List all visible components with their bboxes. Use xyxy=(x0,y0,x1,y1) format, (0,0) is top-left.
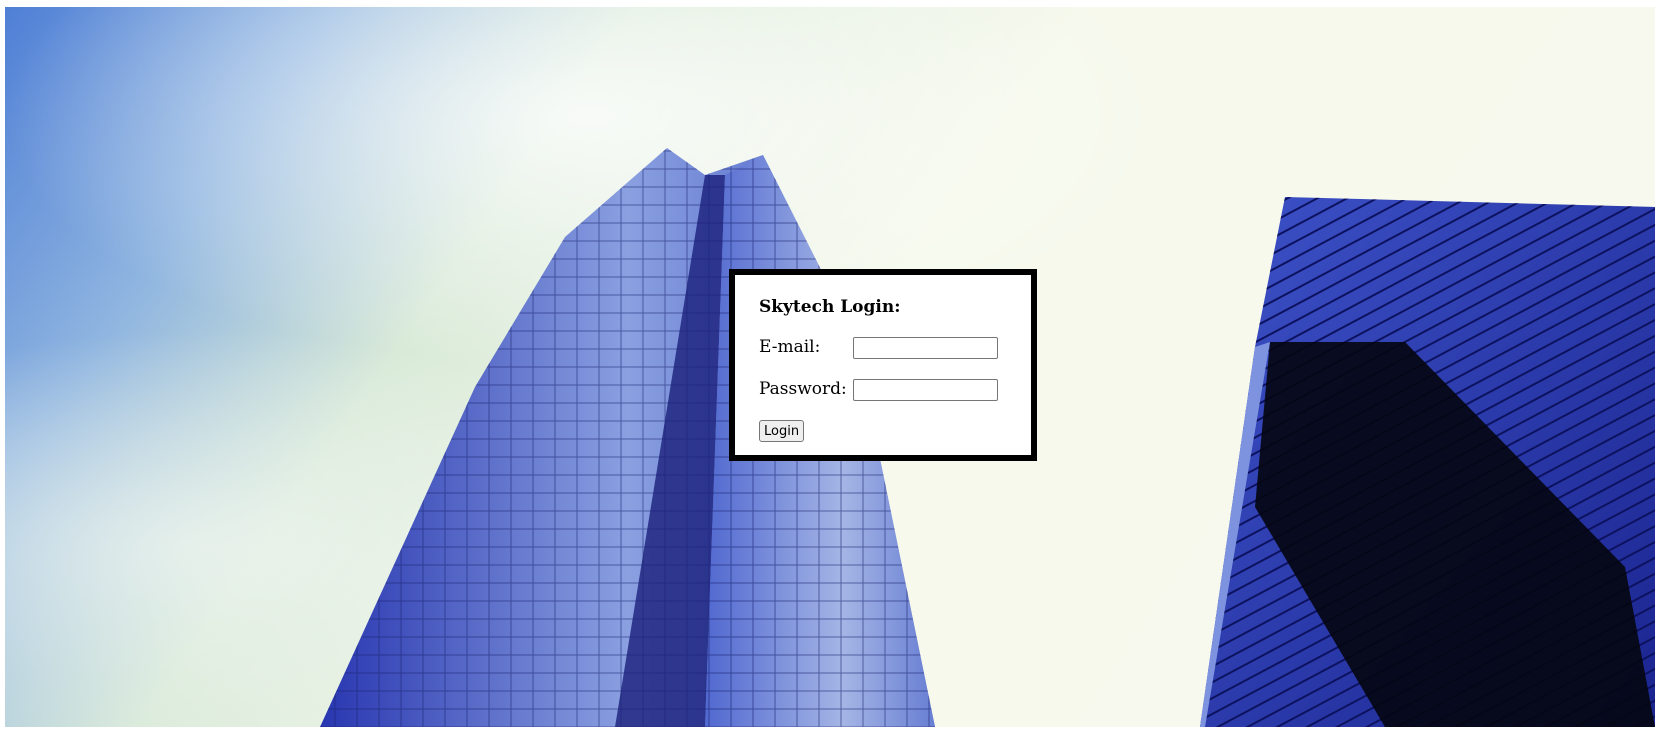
page: Skytech Login: E-mail: Password: Login xyxy=(0,0,1661,731)
password-field[interactable] xyxy=(853,379,998,401)
email-label: E-mail: xyxy=(759,337,821,357)
login-panel: Skytech Login: E-mail: Password: Login xyxy=(729,269,1037,461)
login-title: Skytech Login: xyxy=(759,297,901,317)
login-button[interactable]: Login xyxy=(759,420,805,442)
password-label: Password: xyxy=(759,379,847,399)
email-field[interactable] xyxy=(853,337,998,359)
